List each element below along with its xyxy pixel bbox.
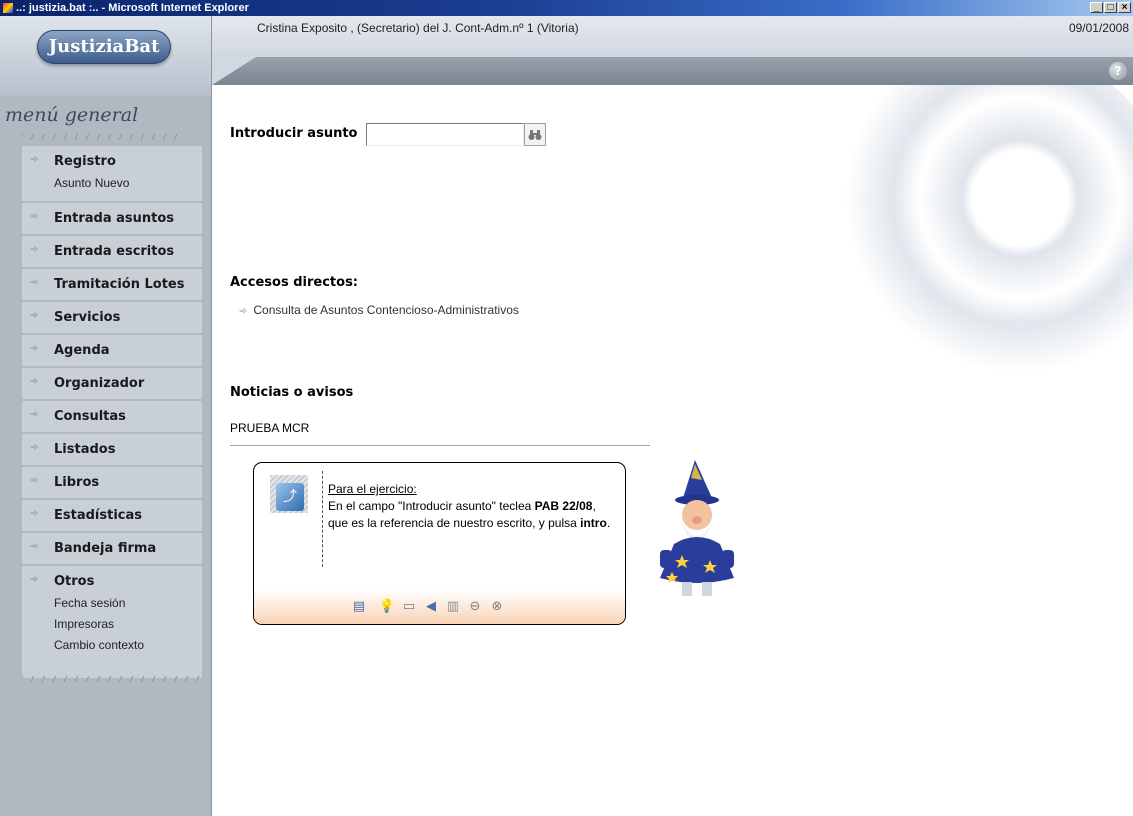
arrow-right-icon: ➾: [30, 475, 39, 486]
sidebar-item-entrada-asuntos[interactable]: ➾ Entrada asuntos: [22, 203, 202, 236]
arrow-right-icon: ➾: [30, 310, 39, 321]
sidebar-item-label: Servicios: [54, 310, 121, 325]
sidebar-item-label: Entrada escritos: [54, 244, 175, 259]
noticia-item: PRUEBA MCR: [230, 421, 310, 435]
link-consulta-label: Consulta de Asuntos Contencioso-Administ…: [253, 303, 519, 317]
sidebar-item-libros[interactable]: ➾ Libros: [22, 467, 202, 500]
window-titlebar: ..: justizia.bat :.. - Microsoft Interne…: [0, 0, 1133, 16]
tip-divider: [322, 471, 323, 567]
sidebar-item-label: Estadísticas: [54, 508, 142, 523]
sidebar-item-agenda[interactable]: ➾ Agenda: [22, 335, 202, 368]
session-date: 09/01/2008: [1068, 21, 1129, 35]
header-info-bar: Cristina Exposito , (Secretario) del J. …: [212, 16, 1133, 57]
tip-title: Para el ejercicio:: [328, 482, 417, 496]
ie-app-icon: [3, 3, 13, 13]
sidebar-subitem-fecha-sesion[interactable]: Fecha sesión: [54, 596, 125, 610]
sidebar-title: menú general: [5, 104, 139, 126]
divider: [230, 445, 650, 446]
sidebar-item-label: Bandeja firma: [54, 541, 157, 556]
asunto-input[interactable]: [366, 123, 524, 146]
justiziabat-logo: JustiziaBat: [37, 30, 171, 64]
sidebar-item-bandeja-firma[interactable]: ➾ Bandeja firma: [22, 533, 202, 566]
sidebar-item-label: Listados: [54, 442, 116, 457]
arrow-right-icon: ➾: [30, 508, 39, 519]
arrow-right-icon: ➾: [30, 211, 39, 222]
arrow-right-icon: ➾: [30, 442, 39, 453]
sidebar-item-organizador[interactable]: ➾ Organizador: [22, 368, 202, 401]
sidebar-item-listados[interactable]: ➾ Listados: [22, 434, 202, 467]
sidebar-menu: menú general ➾ Registro Asunto Nuevo ➾ E…: [0, 96, 212, 816]
tip-text: Para el ejercicio: En el campo "Introduc…: [328, 481, 618, 532]
sidebar-item-otros[interactable]: ➾ Otros Fecha sesión Impresoras Cambio c…: [22, 566, 202, 678]
header-wedge-decoration: [212, 57, 256, 85]
sidebar-item-label: Tramitación Lotes: [54, 277, 185, 292]
arrow-right-icon: ➾: [30, 541, 39, 552]
close-icon[interactable]: ⊗: [488, 598, 506, 616]
sidebar-decoration: [22, 134, 182, 140]
maximize-button[interactable]: □: [1104, 2, 1117, 13]
sidebar-item-consultas[interactable]: ➾ Consultas: [22, 401, 202, 434]
sidebar-decoration: [22, 676, 202, 682]
sidebar-item-estadisticas[interactable]: ➾ Estadísticas: [22, 500, 202, 533]
arrow-right-icon: ➾: [30, 343, 39, 354]
tip-toolbar: ▤ 💡 ▭ ◀ ▥ ⊖ ⊗: [254, 590, 625, 624]
sidebar-item-label: Registro: [54, 154, 116, 169]
sidebar-menu-panel: ➾ Registro Asunto Nuevo ➾ Entrada asunto…: [22, 146, 202, 678]
sidebar-item-label: Entrada asuntos: [54, 211, 175, 226]
arrow-right-icon: ➾: [30, 376, 39, 387]
header-toolbar: ?: [212, 57, 1133, 85]
noticias-title: Noticias o avisos: [230, 385, 354, 400]
document-icon[interactable]: ▤: [350, 598, 368, 616]
user-info: Cristina Exposito , (Secretario) del J. …: [257, 21, 579, 35]
background-swirl: [833, 85, 1133, 385]
sidebar-subitem-asunto-nuevo[interactable]: Asunto Nuevo: [54, 176, 129, 190]
pages-icon[interactable]: ▥: [444, 598, 462, 616]
arrow-right-icon: ➾: [30, 244, 39, 255]
camera-icon[interactable]: ▭: [400, 598, 418, 616]
sidebar-item-entrada-escritos[interactable]: ➾ Entrada escritos: [22, 236, 202, 269]
sidebar-item-tramitacion-lotes[interactable]: ➾ Tramitación Lotes: [22, 269, 202, 302]
tip-icon: ⤴: [270, 475, 308, 513]
lightbulb-icon[interactable]: 💡: [378, 598, 396, 616]
sidebar-item-label: Otros: [54, 574, 95, 589]
tip-reference: PAB 22/08: [534, 499, 593, 513]
sidebar-subitem-cambio-contexto[interactable]: Cambio contexto: [54, 638, 144, 652]
asunto-label: Introducir asunto: [230, 126, 358, 141]
sidebar-item-label: Organizador: [54, 376, 145, 391]
arrow-right-icon: ➾: [239, 306, 248, 317]
wizard-assistant-icon[interactable]: [650, 460, 744, 600]
tool-icon: ⤴: [276, 483, 304, 511]
tip-text-1: En el campo "Introducir asunto" teclea: [328, 499, 535, 513]
sidebar-item-label: Consultas: [54, 409, 126, 424]
tip-key: intro: [580, 516, 607, 530]
sidebar-item-label: Agenda: [54, 343, 110, 358]
close-button[interactable]: ×: [1118, 2, 1131, 13]
arrow-right-icon: ➾: [30, 154, 39, 165]
sidebar-subitem-impresoras[interactable]: Impresoras: [54, 617, 114, 631]
accesos-title: Accesos directos:: [230, 275, 359, 290]
link-consulta-asuntos[interactable]: ➾ Consulta de Asuntos Contencioso-Adminis…: [239, 303, 519, 317]
arrow-right-icon: ➾: [30, 409, 39, 420]
binoculars-icon: [528, 130, 542, 140]
help-icon[interactable]: ?: [1109, 62, 1127, 80]
header-logo-area: JustiziaBat: [0, 16, 212, 96]
minimize-icon[interactable]: ⊖: [466, 598, 484, 616]
binoculars-search-button[interactable]: [524, 123, 546, 146]
arrow-right-icon: ➾: [30, 277, 39, 288]
assistant-tip-balloon: ⤴ Para el ejercicio: En el campo "Introd…: [253, 462, 626, 625]
arrow-right-icon: ➾: [30, 574, 39, 585]
sidebar-item-label: Libros: [54, 475, 100, 490]
sidebar-item-servicios[interactable]: ➾ Servicios: [22, 302, 202, 335]
sidebar-item-registro[interactable]: ➾ Registro Asunto Nuevo: [22, 146, 202, 203]
tip-text-3: .: [606, 516, 611, 530]
minimize-button[interactable]: _: [1090, 2, 1103, 13]
back-icon[interactable]: ◀: [422, 598, 440, 616]
window-title: ..: justizia.bat :.. - Microsoft Interne…: [16, 2, 249, 14]
main-content: Introducir asunto Accesos directos: ➾ Con…: [212, 85, 1133, 816]
